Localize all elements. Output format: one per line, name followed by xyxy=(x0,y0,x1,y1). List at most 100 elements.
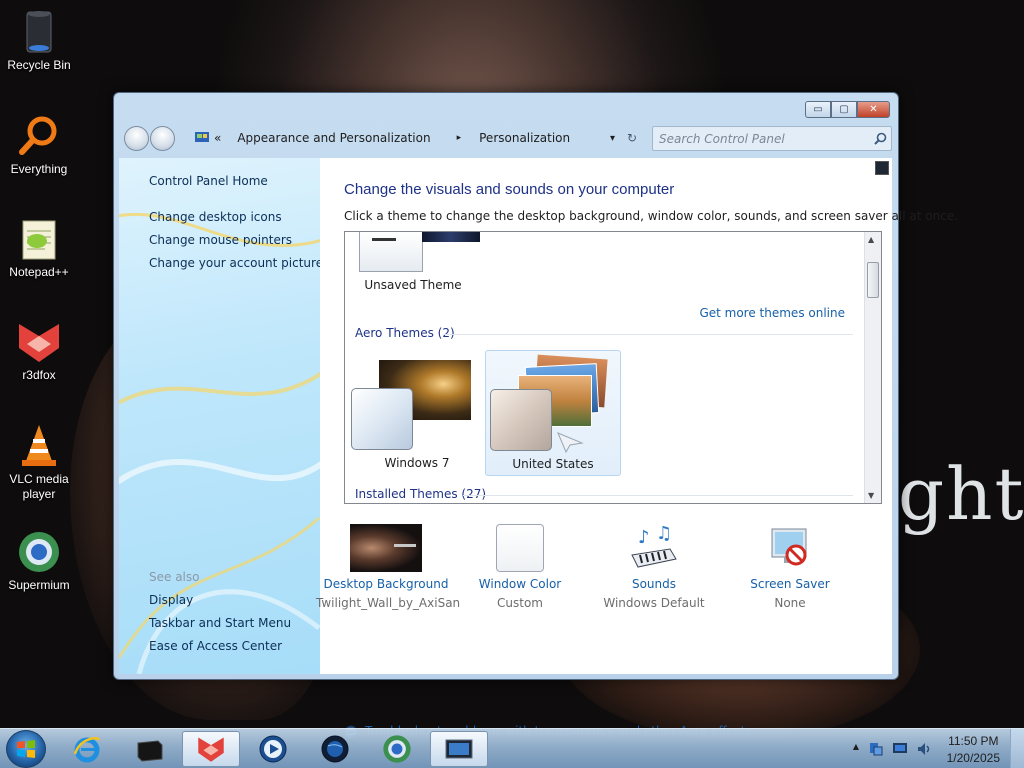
forward-button[interactable] xyxy=(150,126,175,151)
tray-overflow-arrow-icon[interactable]: ▲ xyxy=(853,742,859,751)
see-also-taskbar[interactable]: Taskbar and Start Menu xyxy=(149,616,291,630)
personalization-window: ▭ ▢ ✕ « Appearance and Personalization ▸… xyxy=(113,92,958,739)
system-clock[interactable]: 11:50 PM 1/20/2025 xyxy=(947,733,1000,767)
help-icon[interactable] xyxy=(875,161,889,175)
desktop-icon-notepad[interactable]: Notepad++ xyxy=(4,215,74,280)
desktop-icon-vlc[interactable]: VLC media player xyxy=(4,422,74,502)
breadcrumb-personalization[interactable]: Personalization xyxy=(479,131,570,145)
theme-tile-united-states[interactable]: United States xyxy=(485,350,621,476)
taskbar-supermium[interactable] xyxy=(368,731,426,767)
r3dfox-icon xyxy=(198,737,224,762)
taskbar: ▲ 11:50 PM 1/20/2025 xyxy=(0,728,1024,768)
desktop-background-thumb xyxy=(316,522,456,574)
search-icon[interactable] xyxy=(874,132,887,148)
sidebar-change-desktop-icons[interactable]: Change desktop icons xyxy=(149,210,282,224)
thumb-dark-strip xyxy=(422,232,480,242)
sidebar-control-panel-home[interactable]: Control Panel Home xyxy=(149,174,268,188)
maximize-button[interactable]: ▢ xyxy=(831,101,857,118)
taskbar-media-player[interactable] xyxy=(244,731,302,767)
theme-tile-windows7[interactable]: Windows 7 xyxy=(349,350,485,476)
sidebar-change-account-picture[interactable]: Change your account picture xyxy=(149,256,320,270)
globe-icon xyxy=(321,735,349,763)
scrollbar-thumb[interactable] xyxy=(867,262,879,298)
navigation-bar: « Appearance and Personalization ▸ Perso… xyxy=(122,123,892,153)
desktop-icon-supermium[interactable]: Supermium xyxy=(4,528,74,593)
svg-text:♪: ♪ xyxy=(638,527,650,548)
vlc-cone-icon xyxy=(15,422,63,470)
address-bar[interactable]: « Appearance and Personalization ▸ Perso… xyxy=(214,125,654,151)
see-also-display[interactable]: Display xyxy=(149,593,193,607)
desktop-icon-r3dfox[interactable]: r3dfox xyxy=(4,318,74,383)
desktop-icon-label: Supermium xyxy=(8,578,70,592)
taskbar-r3dfox[interactable] xyxy=(182,731,240,767)
installed-themes-heading: Installed Themes (27) xyxy=(355,487,487,501)
taskbar-internet-explorer[interactable] xyxy=(58,731,116,767)
windows7-color-swatch xyxy=(351,388,413,450)
desktop-icon-label: VLC media player xyxy=(9,472,69,501)
window-color-label[interactable]: Window Color xyxy=(450,577,590,591)
start-button[interactable] xyxy=(6,730,46,768)
minimize-button[interactable]: ▭ xyxy=(805,101,831,118)
search-input[interactable]: Search Control Panel xyxy=(652,126,892,151)
back-button[interactable] xyxy=(124,126,149,151)
breadcrumb-appearance[interactable]: Appearance and Personalization xyxy=(237,131,430,145)
sound-arrow-icon xyxy=(556,429,584,456)
sounds-option[interactable]: ♪ ♫ Sounds Windows Default xyxy=(584,522,724,610)
address-dropdown-icon[interactable]: ▾ xyxy=(610,133,615,144)
magnifier-icon xyxy=(15,112,63,160)
caption-buttons: ▭ ▢ ✕ xyxy=(805,101,890,118)
desktop-icon-label: Notepad++ xyxy=(9,265,69,279)
no-screensaver-icon xyxy=(720,522,860,574)
screen-saver-label[interactable]: Screen Saver xyxy=(720,577,860,591)
close-button[interactable]: ✕ xyxy=(857,101,890,118)
volume-icon[interactable] xyxy=(916,741,932,760)
desktop-icon-everything[interactable]: Everything xyxy=(4,112,74,177)
theme-list-scrollbar[interactable]: ▲ ▼ xyxy=(864,232,881,503)
internet-explorer-icon xyxy=(73,737,101,763)
clock-time: 11:50 PM xyxy=(948,734,999,748)
group-divider xyxy=(463,495,853,496)
unsaved-theme-thumb[interactable] xyxy=(359,232,480,272)
breadcrumb-separator[interactable]: ▸ xyxy=(457,133,462,143)
scroll-down-icon[interactable]: ▼ xyxy=(868,491,874,500)
desktop-icon-recycle-bin[interactable]: Recycle Bin xyxy=(4,8,74,73)
r3dfox-icon xyxy=(15,318,63,366)
address-overflow[interactable]: « xyxy=(214,131,221,145)
media-player-icon xyxy=(259,735,287,763)
theme-name: Windows 7 xyxy=(384,456,450,470)
unsaved-theme-name[interactable]: Unsaved Theme xyxy=(345,278,481,292)
refresh-icon[interactable]: ↻ xyxy=(627,131,637,145)
aero-themes-heading: Aero Themes (2) xyxy=(355,326,455,340)
terminal-icon xyxy=(137,740,163,762)
sidebar-change-mouse-pointers[interactable]: Change mouse pointers xyxy=(149,233,292,247)
screen-saver-option[interactable]: Screen Saver None xyxy=(720,522,860,610)
display-icon[interactable] xyxy=(892,742,908,759)
scroll-up-icon[interactable]: ▲ xyxy=(868,235,874,244)
control-panel-icon xyxy=(195,132,209,147)
page-title: Change the visuals and sounds on your co… xyxy=(344,181,675,198)
taskbar-control-panel[interactable] xyxy=(430,731,488,767)
group-divider xyxy=(443,334,853,335)
get-more-themes-link[interactable]: Get more themes online xyxy=(699,306,845,320)
see-also-ease-of-access[interactable]: Ease of Access Center xyxy=(149,639,282,653)
main-content: Change the visuals and sounds on your co… xyxy=(316,158,958,739)
desktop-background-option[interactable]: Desktop Background Twilight_Wall_by_AxiS… xyxy=(316,522,461,610)
page-description: Click a theme to change the desktop back… xyxy=(344,209,958,223)
desktop-background-value: Twilight_Wall_by_AxiSan xyxy=(316,596,461,610)
taskbar-globe-browser[interactable] xyxy=(306,731,364,767)
sounds-label[interactable]: Sounds xyxy=(584,577,724,591)
network-icon[interactable] xyxy=(868,741,884,760)
taskbar-terminal[interactable] xyxy=(120,731,178,767)
recycle-bin-icon xyxy=(15,8,63,56)
notepad-icon xyxy=(15,215,63,263)
music-keyboard-icon: ♪ ♫ xyxy=(584,522,724,574)
window-color-value: Custom xyxy=(497,596,543,610)
show-desktop-button[interactable] xyxy=(1010,729,1024,768)
theme-list[interactable]: Unsaved Theme Get more themes online Aer… xyxy=(344,231,882,504)
desktop-background-label[interactable]: Desktop Background xyxy=(316,577,456,591)
screen-saver-value: None xyxy=(774,596,806,610)
window-color-option[interactable]: Window Color Custom xyxy=(450,522,590,610)
clock-date: 1/20/2025 xyxy=(946,751,1000,765)
desktop-icon-label: r3dfox xyxy=(22,368,56,382)
theme-name: United States xyxy=(512,457,594,471)
